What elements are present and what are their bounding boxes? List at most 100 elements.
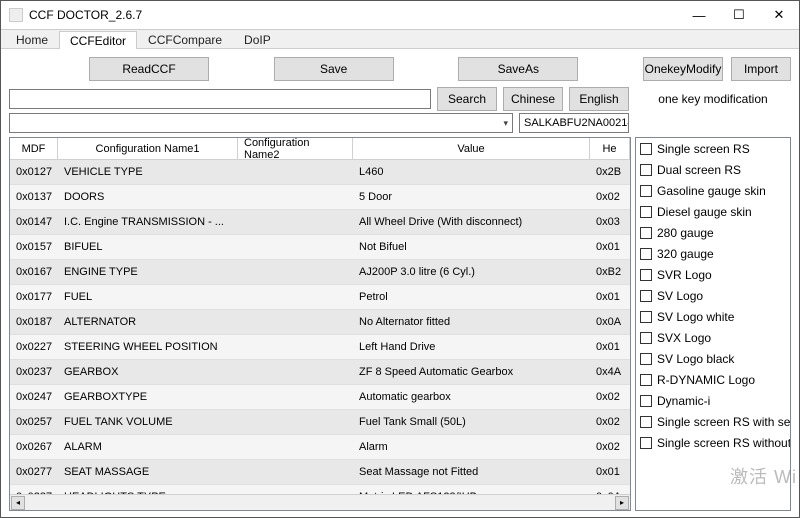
- cell-mdf: 0x0147: [10, 210, 58, 234]
- table-row[interactable]: 0x0127VEHICLE TYPEL4600x2B: [10, 160, 630, 185]
- save-button[interactable]: Save: [274, 57, 394, 81]
- table-row[interactable]: 0x0287HEADLIGHTS TYPEMatrix LED AFS123/I…: [10, 485, 630, 494]
- cell-mdf: 0x0277: [10, 460, 58, 484]
- table-row[interactable]: 0x0157BIFUELNot Bifuel0x01: [10, 235, 630, 260]
- onekeymodify-button[interactable]: OnekeyModify: [643, 57, 723, 81]
- search-button[interactable]: Search: [437, 87, 497, 111]
- table-row[interactable]: 0x0137DOORS5 Door0x02: [10, 185, 630, 210]
- table-row[interactable]: 0x0247GEARBOXTYPEAutomatic gearbox0x02: [10, 385, 630, 410]
- tab-doip[interactable]: DoIP: [233, 30, 282, 48]
- table-row[interactable]: 0x0147I.C. Engine TRANSMISSION - ... All …: [10, 210, 630, 235]
- readccf-button[interactable]: ReadCCF: [89, 57, 209, 81]
- col-mdf[interactable]: MDF: [10, 138, 58, 159]
- checkbox-icon[interactable]: [640, 332, 652, 344]
- close-button[interactable]: ✕: [759, 1, 799, 29]
- chinese-button[interactable]: Chinese: [503, 87, 563, 111]
- checkbox-icon[interactable]: [640, 248, 652, 260]
- col-name2[interactable]: Configuration Name2: [238, 138, 353, 159]
- checkbox-icon[interactable]: [640, 437, 652, 449]
- saveas-button[interactable]: SaveAs: [458, 57, 578, 81]
- table-row[interactable]: 0x0167ENGINE TYPEAJ200P 3.0 litre (6 Cyl…: [10, 260, 630, 285]
- table-row[interactable]: 0x0237GEARBOXZF 8 Speed Automatic Gearbo…: [10, 360, 630, 385]
- cell-name1: I.C. Engine TRANSMISSION - ...: [58, 210, 238, 234]
- checkbox-icon[interactable]: [640, 353, 652, 365]
- onekey-item[interactable]: 320 gauge: [636, 243, 790, 264]
- checkbox-icon[interactable]: [640, 143, 652, 155]
- table-row[interactable]: 0x0277SEAT MASSAGE Seat Massage not Fitte…: [10, 460, 630, 485]
- vin-field[interactable]: SALKABFU2NA002144: [519, 113, 629, 133]
- cell-name1: STEERING WHEEL POSITION: [58, 335, 238, 359]
- cell-mdf: 0x0287: [10, 485, 58, 494]
- scroll-left-icon[interactable]: ◂: [11, 496, 25, 510]
- tab-ccfeditor[interactable]: CCFEditor: [59, 31, 137, 49]
- table-row[interactable]: 0x0257FUEL TANK VOLUMEFuel Tank Small (5…: [10, 410, 630, 435]
- onekey-list[interactable]: Single screen RSDual screen RSGasoline g…: [636, 138, 790, 510]
- cell-hex: 0x01: [590, 285, 630, 309]
- combo-selector[interactable]: ▾: [9, 113, 513, 133]
- onekey-item[interactable]: Single screen RS with seco: [636, 411, 790, 432]
- checkbox-icon[interactable]: [640, 395, 652, 407]
- onekey-item-label: R-DYNAMIC Logo: [657, 373, 755, 387]
- onekey-item-label: Single screen RS with seco: [657, 415, 790, 429]
- onekey-item[interactable]: Diesel gauge skin: [636, 201, 790, 222]
- onekey-item[interactable]: SV Logo black: [636, 348, 790, 369]
- scroll-right-icon[interactable]: ▸: [615, 496, 629, 510]
- onekey-item[interactable]: SVR Logo: [636, 264, 790, 285]
- cell-name1: FUEL TANK VOLUME: [58, 410, 238, 434]
- onekey-panel: Single screen RSDual screen RSGasoline g…: [635, 137, 791, 511]
- grid-body[interactable]: 0x0127VEHICLE TYPEL4600x2B0x0137DOORS5 D…: [10, 160, 630, 494]
- import-button[interactable]: Import: [731, 57, 791, 81]
- table-row[interactable]: 0x0227STEERING WHEEL POSITIONLeft Hand D…: [10, 335, 630, 360]
- config-grid[interactable]: MDF Configuration Name1 Configuration Na…: [9, 137, 631, 511]
- cell-hex: 0x02: [590, 185, 630, 209]
- onekey-item[interactable]: Dynamic-i: [636, 390, 790, 411]
- checkbox-icon[interactable]: [640, 206, 652, 218]
- table-row[interactable]: 0x0177FUELPetrol0x01: [10, 285, 630, 310]
- tab-strip: Home CCFEditor CCFCompare DoIP: [1, 29, 799, 49]
- tab-home[interactable]: Home: [5, 30, 59, 48]
- checkbox-icon[interactable]: [640, 374, 652, 386]
- cell-value: AJ200P 3.0 litre (6 Cyl.): [353, 260, 590, 284]
- cell-hex: 0x02: [590, 435, 630, 459]
- tab-ccfcompare[interactable]: CCFCompare: [137, 30, 233, 48]
- search-input[interactable]: [9, 89, 431, 109]
- table-row[interactable]: 0x0267ALARMAlarm0x02: [10, 435, 630, 460]
- cell-mdf: 0x0137: [10, 185, 58, 209]
- maximize-button[interactable]: ☐: [719, 1, 759, 29]
- cell-value: L460: [353, 160, 590, 184]
- onekey-item-label: Diesel gauge skin: [657, 205, 752, 219]
- onekey-item[interactable]: Single screen RS: [636, 138, 790, 159]
- onekey-item[interactable]: SV Logo white: [636, 306, 790, 327]
- checkbox-icon[interactable]: [640, 227, 652, 239]
- onekey-item[interactable]: 280 gauge: [636, 222, 790, 243]
- checkbox-icon[interactable]: [640, 311, 652, 323]
- search-row: Search Chinese English one key modificat…: [1, 89, 799, 113]
- cell-mdf: 0x0257: [10, 410, 58, 434]
- grid-hscrollbar[interactable]: ◂ ▸: [10, 494, 630, 510]
- english-button[interactable]: English: [569, 87, 629, 111]
- cell-mdf: 0x0227: [10, 335, 58, 359]
- onekey-item[interactable]: Gasoline gauge skin: [636, 180, 790, 201]
- cell-value: All Wheel Drive (With disconnect): [353, 210, 590, 234]
- table-row[interactable]: 0x0187ALTERNATORNo Alternator fitted0x0A: [10, 310, 630, 335]
- checkbox-icon[interactable]: [640, 416, 652, 428]
- window-controls: — ☐ ✕: [679, 1, 799, 29]
- onekey-item[interactable]: Single screen RS without .: [636, 432, 790, 453]
- checkbox-icon[interactable]: [640, 269, 652, 281]
- onekey-item[interactable]: SVX Logo: [636, 327, 790, 348]
- onekey-item[interactable]: SV Logo: [636, 285, 790, 306]
- toolbar: ReadCCF Save SaveAs OnekeyModify Import: [1, 49, 799, 89]
- onekey-item[interactable]: Dual screen RS: [636, 159, 790, 180]
- cell-value: Seat Massage not Fitted: [353, 460, 590, 484]
- onekey-item[interactable]: R-DYNAMIC Logo: [636, 369, 790, 390]
- col-value[interactable]: Value: [353, 138, 590, 159]
- cell-name1: SEAT MASSAGE: [58, 460, 238, 484]
- col-name1[interactable]: Configuration Name1: [58, 138, 238, 159]
- checkbox-icon[interactable]: [640, 185, 652, 197]
- cell-name1: ENGINE TYPE: [58, 260, 238, 284]
- checkbox-icon[interactable]: [640, 164, 652, 176]
- minimize-button[interactable]: —: [679, 1, 719, 29]
- cell-name2: [238, 435, 353, 459]
- col-hex[interactable]: He: [590, 138, 630, 159]
- checkbox-icon[interactable]: [640, 290, 652, 302]
